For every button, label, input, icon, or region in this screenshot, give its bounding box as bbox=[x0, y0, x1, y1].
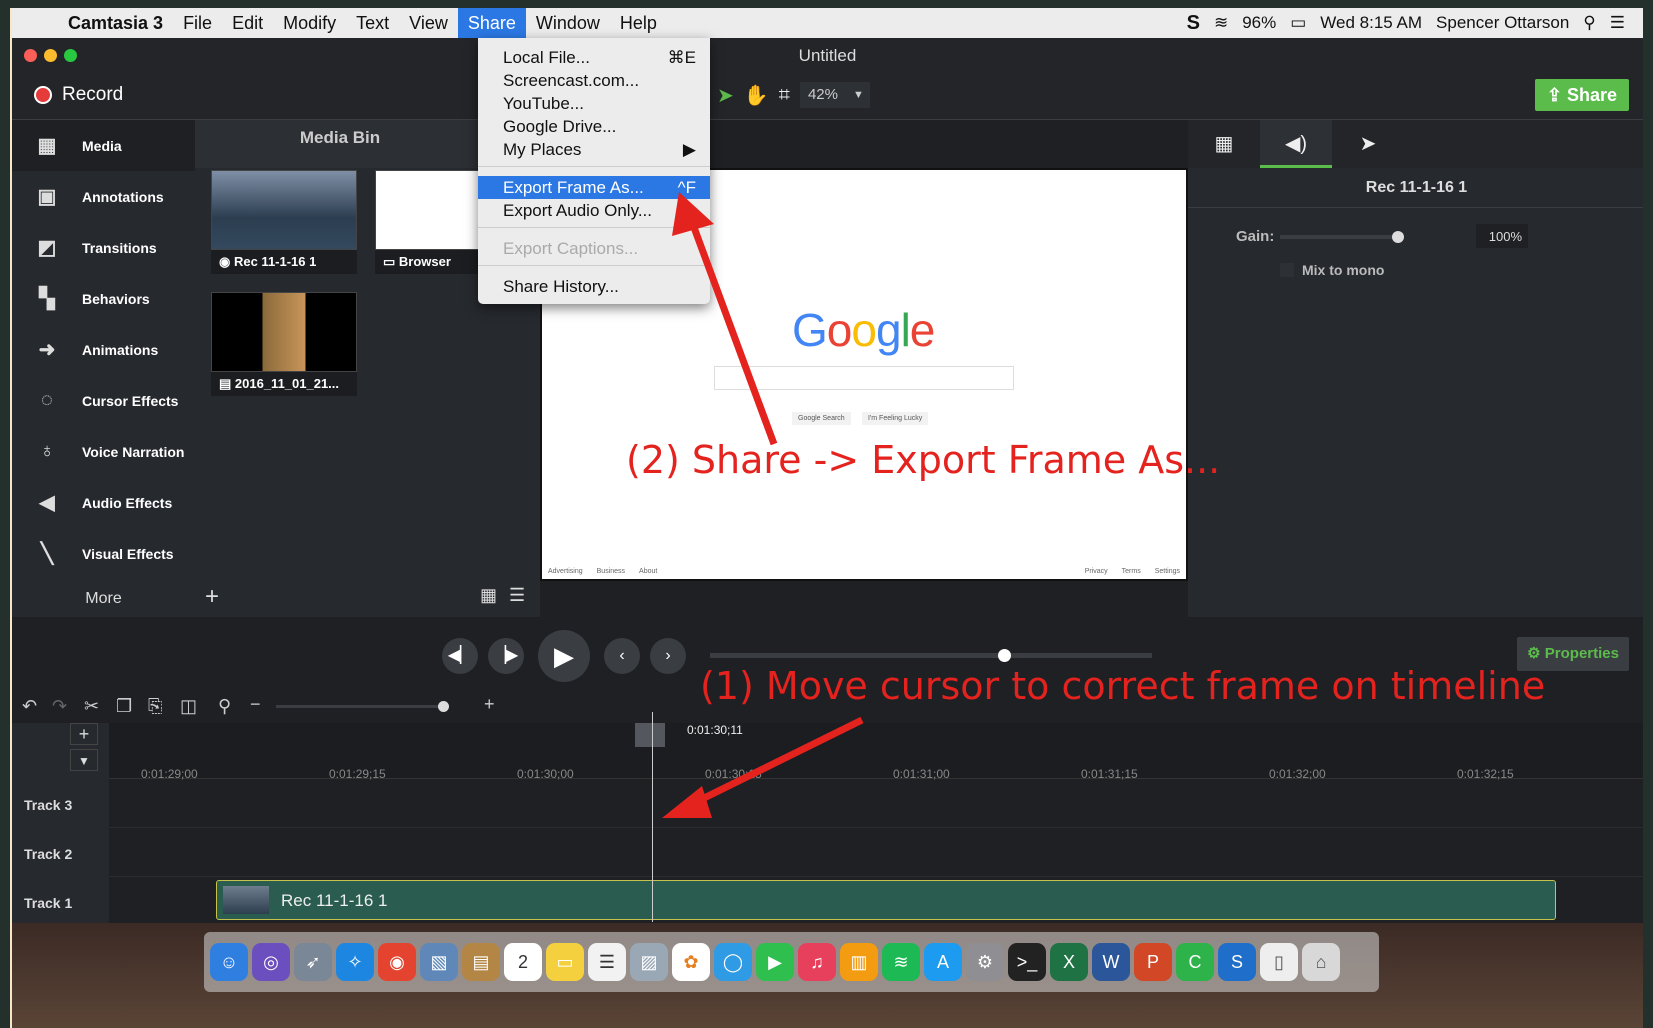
annotation-step-1: (1) Move cursor to correct frame on time… bbox=[700, 664, 1546, 708]
arrow-to-menu bbox=[688, 220, 778, 446]
arrow-to-playhead bbox=[690, 716, 864, 808]
camtasia-window: Camtasia 3 File Edit Modify Text View Sh… bbox=[10, 8, 1643, 1028]
annotation-arrows bbox=[662, 192, 864, 818]
arrowhead bbox=[672, 192, 714, 236]
annotation-step-2: (2) Share -> Export Frame As... bbox=[626, 438, 1221, 482]
arrowhead bbox=[662, 786, 712, 818]
